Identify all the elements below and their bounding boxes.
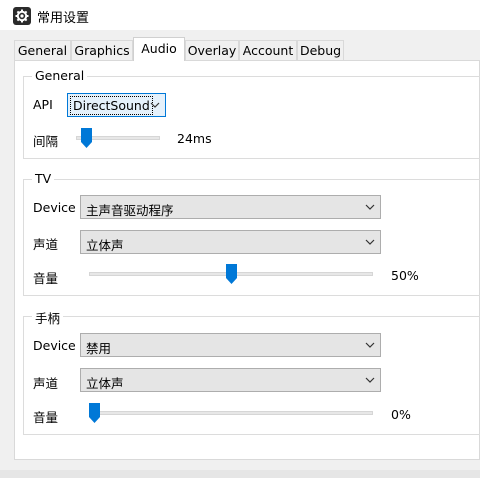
controller-device-select[interactable]: 禁用 [80,333,381,357]
controller-volume-label: 音量 [33,410,59,425]
chevron-down-icon [150,102,160,108]
settings-window: 常用设置 General Graphics Audio Overlay Acco… [0,0,480,470]
tv-device-label: Device [33,200,76,215]
chevron-down-icon [365,342,375,348]
tab-graphics[interactable]: Graphics [71,40,133,60]
audio-tab-panel: General API DirectSound 间隔 24ms TV Devic… [14,60,480,460]
tab-audio[interactable]: Audio [133,37,185,61]
tab-bar: General Graphics Audio Overlay Account D… [14,37,480,61]
gear-icon [13,7,31,25]
tv-device-value: 主声音驱动程序 [86,203,174,218]
controller-volume-slider-thumb[interactable] [89,403,100,423]
api-label: API [33,97,53,112]
tv-volume-slider-thumb[interactable] [225,264,237,284]
api-select-value: DirectSound [70,96,153,115]
tv-device-select[interactable]: 主声音驱动程序 [80,195,381,219]
tab-overlay[interactable]: Overlay [185,40,239,60]
controller-channel-label: 声道 [33,376,59,391]
api-select[interactable]: DirectSound [67,93,166,117]
controller-volume-slider-track[interactable] [89,411,373,415]
tv-group: TV Device 主声音驱动程序 声道 立体声 音量 50% [23,171,480,296]
interval-slider-thumb[interactable] [81,128,92,148]
tv-group-title: TV [32,171,55,186]
tv-channel-label: 声道 [33,237,59,252]
interval-value: 24ms [177,131,212,146]
window-title: 常用设置 [37,11,90,26]
chevron-down-icon [365,377,375,383]
tv-volume-value: 50% [391,268,419,283]
controller-device-label: Device [33,338,76,353]
general-group-title: General [32,68,88,83]
chevron-down-icon [365,239,375,245]
controller-group: 手柄 Device 禁用 声道 立体声 音量 0% [23,308,480,435]
title-bar[interactable]: 常用设置 [0,0,480,30]
controller-channel-select[interactable]: 立体声 [80,368,381,392]
tab-general[interactable]: General [14,40,71,60]
chevron-down-icon [365,204,375,210]
controller-channel-value: 立体声 [86,376,124,391]
controller-device-value: 禁用 [86,341,112,356]
general-group: General API DirectSound 间隔 24ms [23,68,480,159]
controller-volume-value: 0% [391,407,411,422]
controller-group-title: 手柄 [32,308,64,327]
tab-account[interactable]: Account [239,40,297,60]
tab-debug[interactable]: Debug [297,40,344,60]
tv-channel-select[interactable]: 立体声 [80,230,381,254]
interval-label: 间隔 [33,134,59,149]
tv-volume-label: 音量 [33,271,59,286]
tv-channel-value: 立体声 [86,238,124,253]
